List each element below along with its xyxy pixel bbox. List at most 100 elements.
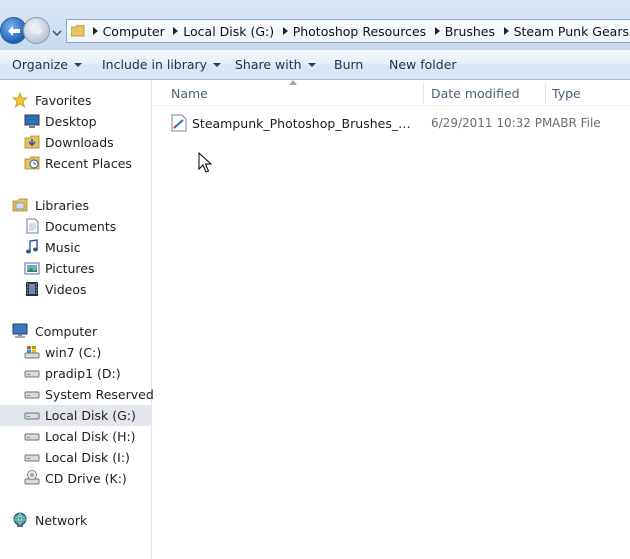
nav-item-documents[interactable]: Documents bbox=[0, 216, 152, 237]
drive-icon bbox=[24, 391, 40, 399]
breadcrumb-separator-icon[interactable] bbox=[503, 19, 510, 43]
nav-item-pictures[interactable]: Pictures bbox=[0, 258, 152, 279]
nav-computer-label: Computer bbox=[35, 324, 98, 339]
nav-item-label: Recent Places bbox=[45, 156, 132, 171]
chevron-down-icon bbox=[74, 62, 82, 67]
nav-item-system-reserved-f[interactable]: System Reserved (F:) bbox=[0, 384, 178, 405]
file-name: Steampunk_Photoshop_Brushes_by_hanaluku.… bbox=[192, 116, 414, 131]
nav-favorites[interactable]: Favorites bbox=[0, 90, 152, 111]
breadcrumb-separator-icon[interactable] bbox=[434, 19, 441, 43]
folder-icon bbox=[70, 24, 85, 37]
breadcrumb-separator-icon[interactable] bbox=[92, 19, 99, 43]
breadcrumb-item-photoshop-resources[interactable]: Photoshop Resources bbox=[292, 24, 427, 39]
drive-icon bbox=[24, 433, 40, 441]
cd-drive-icon bbox=[24, 470, 40, 485]
chevron-down-icon bbox=[213, 62, 222, 67]
column-header-label: Name bbox=[171, 85, 208, 101]
breadcrumb-item-local-disk-g[interactable]: Local Disk (G:) bbox=[182, 24, 275, 39]
recent-pages-dropdown[interactable] bbox=[52, 27, 62, 37]
nav-item-label: win7 (C:) bbox=[45, 345, 102, 360]
star-icon bbox=[12, 92, 28, 108]
share-with-label: Share with bbox=[235, 57, 302, 72]
music-icon bbox=[26, 239, 38, 254]
drive-icon bbox=[24, 370, 40, 378]
nav-item-label: CD Drive (K:) bbox=[45, 471, 127, 486]
nav-item-label: Local Disk (I:) bbox=[45, 450, 130, 465]
column-header-label: Date modified bbox=[431, 85, 520, 101]
chevron-down-icon bbox=[307, 62, 316, 67]
nav-item-label: Pictures bbox=[45, 261, 95, 276]
drive-icon bbox=[24, 412, 40, 420]
network-icon bbox=[13, 512, 27, 527]
breadcrumb-item-brushes[interactable]: Brushes bbox=[444, 24, 496, 39]
column-header-label: Type bbox=[552, 85, 581, 101]
nav-item-label: Local Disk (H:) bbox=[45, 429, 136, 444]
nav-item-label: Music bbox=[45, 240, 81, 255]
chevron-down-icon bbox=[52, 30, 62, 36]
desktop-icon bbox=[24, 114, 40, 128]
brush-file-icon bbox=[171, 114, 187, 132]
nav-item-recent-places[interactable]: Recent Places bbox=[0, 153, 152, 174]
documents-icon bbox=[26, 218, 39, 234]
downloads-icon bbox=[24, 135, 40, 149]
burn-label: Burn bbox=[334, 57, 364, 72]
nav-item-label: Videos bbox=[45, 282, 87, 297]
nav-favorites-label: Favorites bbox=[35, 93, 92, 108]
forward-button[interactable] bbox=[23, 17, 50, 44]
nav-item-local-disk-i[interactable]: Local Disk (I:) bbox=[0, 447, 152, 468]
column-header-name[interactable]: Name bbox=[153, 80, 423, 106]
videos-icon bbox=[26, 282, 38, 296]
new-folder-label: New folder bbox=[389, 57, 457, 72]
nav-item-label: Local Disk (G:) bbox=[45, 408, 136, 423]
breadcrumb-separator-icon[interactable] bbox=[282, 19, 289, 43]
nav-item-desktop[interactable]: Desktop bbox=[0, 111, 152, 132]
navigation-pane: Favorites Desktop Downloads Recent Place… bbox=[0, 80, 178, 559]
nav-computer[interactable]: Computer bbox=[0, 321, 152, 342]
recent-places-icon bbox=[24, 156, 40, 170]
column-header-date-modified[interactable]: Date modified bbox=[413, 80, 549, 106]
breadcrumb-item-computer[interactable]: Computer bbox=[102, 24, 166, 39]
nav-item-pradip1-d[interactable]: pradip1 (D:) bbox=[0, 363, 152, 384]
include-in-library-label: Include in library bbox=[102, 57, 208, 72]
nav-item-downloads[interactable]: Downloads bbox=[0, 132, 152, 153]
mouse-cursor-icon bbox=[198, 152, 212, 173]
nav-item-local-disk-h[interactable]: Local Disk (H:) bbox=[0, 426, 152, 447]
breadcrumb-item-steam-punk-gears[interactable]: Steam Punk Gears bbox=[513, 24, 630, 39]
nav-libraries[interactable]: Libraries bbox=[0, 195, 152, 216]
nav-item-local-disk-g[interactable]: Local Disk (G:) bbox=[0, 405, 152, 426]
organize-label: Organize bbox=[12, 57, 68, 72]
address-bar: Computer Local Disk (G:) Photoshop Resou… bbox=[0, 0, 630, 50]
nav-network-label: Network bbox=[35, 513, 88, 528]
burn-button[interactable]: Burn bbox=[334, 50, 363, 79]
command-bar: Organize Include in library Share with B… bbox=[0, 50, 630, 80]
file-date-modified: 6/29/2011 10:32 PM bbox=[431, 116, 553, 130]
column-header-row: Name Date modified Type bbox=[153, 80, 630, 106]
libraries-icon bbox=[12, 198, 28, 212]
breadcrumb[interactable]: Computer Local Disk (G:) Photoshop Resou… bbox=[66, 19, 630, 43]
column-header-type[interactable]: Type bbox=[534, 80, 630, 106]
file-type: ABR File bbox=[552, 116, 601, 130]
nav-item-win7-c[interactable]: win7 (C:) bbox=[0, 342, 152, 363]
arrow-right-icon bbox=[30, 25, 43, 36]
new-folder-button[interactable]: New folder bbox=[389, 50, 457, 79]
nav-item-label: pradip1 (D:) bbox=[45, 366, 121, 381]
file-row[interactable]: Steampunk_Photoshop_Brushes_by_hanaluku.… bbox=[167, 112, 630, 134]
nav-item-label: Downloads bbox=[45, 135, 114, 150]
computer-icon bbox=[12, 323, 28, 338]
windows-drive-icon bbox=[24, 346, 40, 359]
share-with-button[interactable]: Share with bbox=[235, 50, 316, 79]
nav-item-label: Documents bbox=[45, 219, 117, 234]
nav-item-label: Desktop bbox=[45, 114, 97, 129]
nav-network[interactable]: Network bbox=[0, 510, 152, 531]
nav-item-cd-drive-k[interactable]: CD Drive (K:) bbox=[0, 468, 152, 489]
arrow-left-icon bbox=[7, 25, 20, 36]
breadcrumb-separator-icon[interactable] bbox=[173, 19, 180, 43]
nav-item-music[interactable]: Music bbox=[0, 237, 152, 258]
file-list: Name Date modified Type Steampunk_Photos… bbox=[153, 80, 630, 559]
include-in-library-button[interactable]: Include in library bbox=[102, 50, 222, 79]
nav-item-videos[interactable]: Videos bbox=[0, 279, 152, 300]
organize-button[interactable]: Organize bbox=[12, 50, 82, 79]
drive-icon bbox=[24, 454, 40, 462]
pictures-icon bbox=[24, 262, 40, 275]
nav-libraries-label: Libraries bbox=[35, 198, 89, 213]
